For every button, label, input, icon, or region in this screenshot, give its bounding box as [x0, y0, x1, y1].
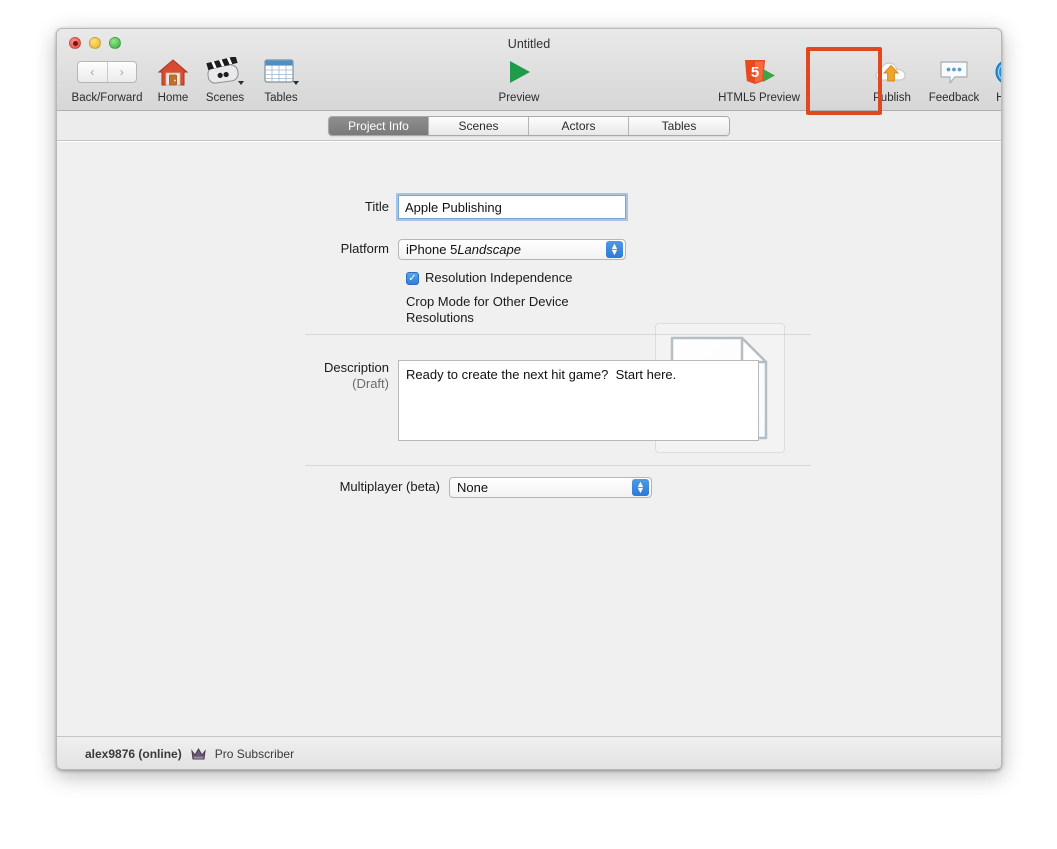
section-divider-1: [305, 334, 811, 335]
forward-button[interactable]: ›: [108, 62, 137, 82]
toolbar-item-scenes[interactable]: Scenes: [197, 55, 253, 104]
window-title: Untitled: [507, 37, 551, 51]
platform-label: Platform: [340, 241, 389, 257]
resolution-independence-row[interactable]: ✓ Resolution Independence: [406, 270, 572, 286]
chevron-updown-icon[interactable]: ▲ ▼: [606, 241, 623, 258]
status-bar: alex9876 (online) Pro Subscriber: [57, 736, 1001, 769]
toolbar-label-publish: Publish: [873, 92, 911, 104]
toolbar-label-back-forward: Back/Forward: [71, 92, 143, 104]
resolution-independence-label: Resolution Independence: [425, 270, 573, 285]
svg-text:5: 5: [751, 64, 759, 81]
title-row: Title: [305, 195, 626, 219]
tab-scenes[interactable]: Scenes: [429, 116, 529, 135]
chevron-left-right-icon[interactable]: ‹ ›: [69, 55, 145, 89]
play-triangle-icon[interactable]: [488, 55, 550, 89]
toolbar-label-feedback: Feedback: [928, 92, 980, 104]
toolbar-label-html5-preview: HTML5 Preview: [718, 92, 800, 104]
toolbar-item-tables[interactable]: Tables: [253, 55, 309, 104]
crop-mode-note: Crop Mode for Other Device Resolutions: [406, 294, 569, 326]
title-label: Title: [364, 198, 389, 214]
toolbar-item-help[interactable]: ? Help: [985, 55, 1001, 104]
tab-tables[interactable]: Tables: [629, 116, 729, 135]
app-window: Untitled ‹ › Back/Forward Home Scenes Ta…: [56, 28, 1002, 770]
description-label: Description: [323, 360, 389, 375]
tab-actors[interactable]: Actors: [529, 116, 629, 135]
status-tier: Pro Subscriber: [214, 746, 295, 761]
tab-bar: Project Info Scenes Actors Tables: [328, 115, 730, 136]
tab-project-info[interactable]: Project Info: [329, 116, 429, 135]
toolbar-item-html5-preview[interactable]: 5 HTML5 Preview: [713, 55, 805, 104]
back-button[interactable]: ‹: [78, 62, 108, 82]
toolbar-item-back-forward[interactable]: ‹ › Back/Forward: [69, 55, 145, 104]
toolbar-label-tables: Tables: [264, 92, 298, 104]
title-input[interactable]: [398, 195, 626, 219]
toolbar-label-scenes: Scenes: [205, 92, 245, 104]
multiplayer-label: Multiplayer (beta): [339, 479, 440, 495]
status-username: alex9876 (online): [85, 746, 182, 761]
speech-bubble-icon[interactable]: [923, 55, 985, 89]
multiplayer-value: None: [457, 480, 489, 495]
toolbar-item-preview[interactable]: Preview: [488, 55, 550, 104]
question-circle-icon[interactable]: ?: [985, 55, 1001, 89]
platform-value-italic: Landscape: [457, 242, 521, 257]
project-info-panel: Title Platform iPhone 5 Landscape ▲▼ ✓ R…: [57, 141, 1001, 736]
clapperboard-icon[interactable]: [197, 55, 253, 89]
description-row: Description (Draft): [305, 360, 759, 441]
section-divider-2: [305, 465, 811, 466]
home-icon[interactable]: [149, 55, 197, 89]
cloud-upload-icon[interactable]: [863, 55, 921, 89]
multiplayer-row: Multiplayer (beta) None ▲ ▼: [305, 477, 652, 498]
toolbar-item-home[interactable]: Home: [149, 55, 197, 104]
description-sublabel: (Draft): [352, 376, 389, 392]
toolbar: Untitled ‹ › Back/Forward Home Scenes Ta…: [57, 29, 1001, 115]
description-label-group: Description (Draft): [305, 360, 389, 441]
chevron-updown-icon-2[interactable]: ▲ ▼: [632, 479, 649, 496]
html5-icon[interactable]: 5: [713, 55, 805, 89]
toolbar-item-feedback[interactable]: Feedback: [923, 55, 985, 104]
description-textarea[interactable]: [398, 360, 759, 441]
platform-select[interactable]: iPhone 5 Landscape ▲ ▼: [398, 239, 626, 260]
toolbar-label-home: Home: [157, 92, 189, 104]
platform-row: Platform iPhone 5 Landscape ▲ ▼: [305, 239, 626, 260]
toolbar-item-publish[interactable]: Publish: [863, 55, 921, 104]
checkbox-checked-icon[interactable]: ✓: [406, 271, 419, 285]
platform-value-plain: iPhone 5: [406, 242, 458, 257]
multiplayer-select[interactable]: None ▲ ▼: [449, 477, 652, 498]
tab-bar-container: Project Info Scenes Actors Tables: [57, 111, 1001, 141]
crown-icon: [190, 746, 207, 762]
toolbar-label-help: Help: [985, 92, 1001, 104]
toolbar-label-preview: Preview: [498, 92, 540, 104]
table-grid-icon[interactable]: [253, 55, 309, 89]
